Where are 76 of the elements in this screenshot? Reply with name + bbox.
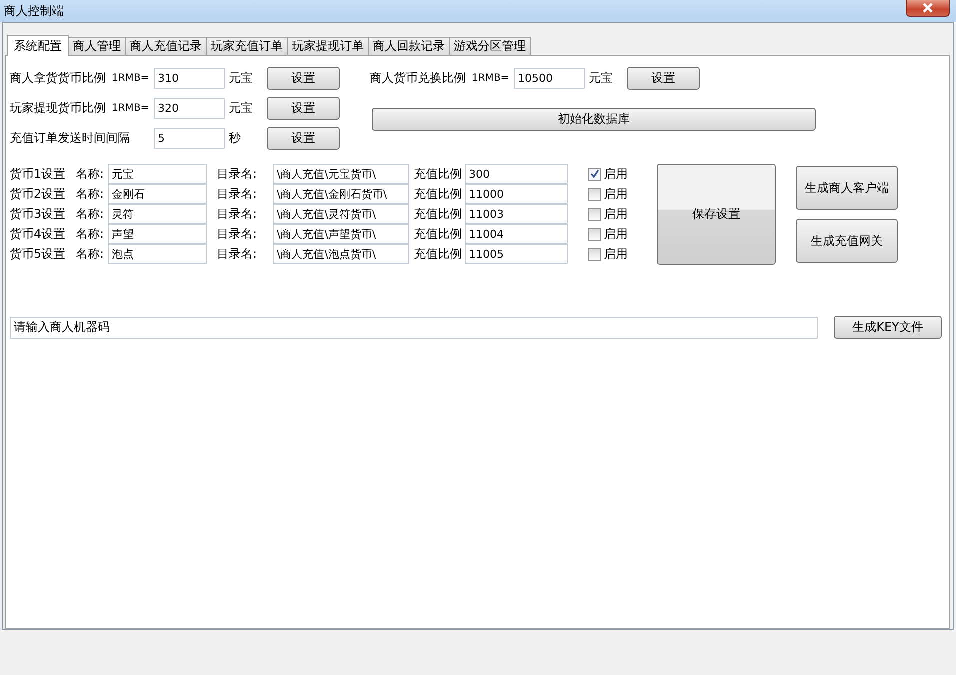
name-label: 名称: [76,246,106,262]
enable-checkbox[interactable]: 启用 [588,186,628,202]
ratio-label: 充值比例 [414,206,463,222]
directory-label: 目录名: [217,206,258,222]
ratio-field[interactable]: 11005 [465,244,568,264]
tab[interactable]: 玩家充值订单 [206,37,288,55]
set-button[interactable]: 设置 [267,66,340,90]
directory-label: 目录名: [217,226,258,242]
set-button[interactable]: 设置 [267,96,340,120]
unit-label: 秒 [228,130,242,146]
ratio-field[interactable]: 300 [465,164,568,184]
setting-label: 充值订单发送时间间隔 [10,130,130,146]
check-icon [590,169,600,179]
currency-label: 货币3设置 [10,206,67,222]
tab[interactable]: 商人回款记录 [368,37,450,55]
directory-label: 目录名: [217,166,258,182]
prefix-label: 1RMB= [112,72,150,84]
currency-label: 货币2设置 [10,186,67,202]
init-database-button[interactable]: 初始化数据库 [372,108,816,131]
ratio-label: 充值比例 [414,246,463,262]
name-field[interactable]: 灵符 [108,204,207,224]
ratio-field[interactable]: 11000 [465,184,568,204]
name-label: 名称: [76,226,106,242]
ratio-label: 充值比例 [414,226,463,242]
enable-checkbox[interactable]: 启用 [588,226,628,242]
ratio-field[interactable]: 11003 [465,204,568,224]
setting-label: 玩家提现货币比例 [10,100,107,116]
enable-checkbox[interactable]: 启用 [588,246,628,262]
directory-field[interactable]: \商人充值\灵符货币\ [273,204,409,224]
currency-label: 货币4设置 [10,226,67,242]
setting-label: 商人拿货货币比例 [10,70,107,86]
unit-label: 元宝 [228,100,254,116]
ratio-field[interactable]: 11004 [465,224,568,244]
directory-label: 目录名: [217,246,258,262]
input-field[interactable]: 5 [154,128,225,148]
window-title: 商人控制端 [4,3,64,20]
close-button[interactable] [906,0,950,17]
unit-label: 元宝 [228,70,254,86]
input-field[interactable]: 310 [154,68,225,88]
currency-label: 货币5设置 [10,246,67,262]
generate-button[interactable]: 生成充值网关 [796,219,898,263]
directory-field[interactable]: \商人充值\元宝货币\ [273,164,409,184]
generate-button[interactable]: 生成商人客户端 [796,166,898,210]
ratio-label: 充值比例 [414,186,463,202]
input-field[interactable]: 10500 [514,68,585,88]
tab[interactable]: 系统配置 [7,35,69,56]
enable-checkbox[interactable]: 启用 [588,206,628,222]
save-settings-button[interactable]: 保存设置 [657,164,776,265]
name-field[interactable]: 声望 [108,224,207,244]
unit-label: 元宝 [588,70,614,86]
name-label: 名称: [76,166,106,182]
name-label: 名称: [76,186,106,202]
name-field[interactable]: 元宝 [108,164,207,184]
tab[interactable]: 游戏分区管理 [449,37,531,55]
input-field[interactable]: 320 [154,98,225,118]
generate-key-button[interactable]: 生成KEY文件 [834,316,942,339]
directory-field[interactable]: \商人充值\声望货币\ [273,224,409,244]
directory-label: 目录名: [217,186,258,202]
set-button[interactable]: 设置 [627,66,700,90]
directory-field[interactable]: \商人充值\泡点货币\ [273,244,409,264]
name-field[interactable]: 泡点 [108,244,207,264]
enable-checkbox[interactable]: 启用 [588,166,628,182]
setting-label: 商人货币兑换比例 [370,70,467,86]
set-button[interactable]: 设置 [267,126,340,150]
currency-label: 货币1设置 [10,166,67,182]
prefix-label: 1RMB= [472,72,510,84]
tab[interactable]: 商人充值记录 [125,37,207,55]
machine-code-field[interactable]: 请输入商人机器码 [10,316,818,338]
ratio-label: 充值比例 [414,166,463,182]
name-field[interactable]: 金刚石 [108,184,207,204]
directory-field[interactable]: \商人充值\金刚石货币\ [273,184,409,204]
tab[interactable]: 商人管理 [68,37,126,55]
name-label: 名称: [76,206,106,222]
prefix-label: 1RMB= [112,102,150,114]
tab[interactable]: 玩家提现订单 [287,37,369,55]
close-icon [922,3,934,13]
